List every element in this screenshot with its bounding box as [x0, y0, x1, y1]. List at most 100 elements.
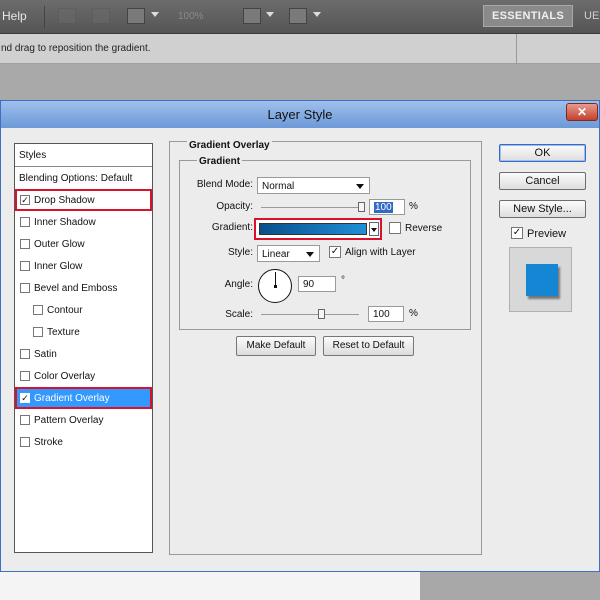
style-item-color-overlay[interactable]: Color Overlay [15, 365, 152, 387]
style-checkbox[interactable] [20, 239, 30, 249]
style-value: Linear [262, 249, 290, 260]
gradient-picker[interactable] [254, 218, 382, 240]
opacity-label: Opacity: [216, 201, 253, 212]
style-checkbox[interactable] [33, 305, 43, 315]
zoom-level[interactable]: 100% [178, 11, 204, 22]
opacity-unit: % [409, 201, 418, 212]
launch-minibridge-icon[interactable] [92, 8, 110, 24]
style-item-label: Contour [47, 305, 83, 316]
make-default-button[interactable]: Make Default [236, 336, 316, 356]
scale-slider-track[interactable] [261, 314, 359, 315]
workspace-background [0, 64, 600, 100]
gradient-dropdown-arrow[interactable] [369, 222, 379, 236]
chevron-down-icon[interactable] [151, 12, 159, 17]
blend-mode-select[interactable]: Normal [257, 177, 370, 194]
workspace-next-button[interactable]: UE [584, 10, 599, 22]
style-item-label: Inner Glow [34, 261, 83, 272]
styles-header[interactable]: Styles [15, 144, 152, 167]
reverse-label: Reverse [405, 223, 443, 234]
cancel-button[interactable]: Cancel [499, 172, 586, 190]
app-toolbar: Help 100% ESSENTIALS UE [0, 0, 600, 34]
styles-list: Styles Blending Options: Default ✓ Drop S… [14, 143, 153, 553]
blend-mode-value: Normal [262, 181, 295, 192]
dialog-titlebar[interactable]: Layer Style ✕ [1, 101, 599, 128]
style-item-inner-shadow[interactable]: Inner Shadow [15, 211, 152, 233]
menu-help[interactable]: Help [2, 9, 27, 23]
style-item-inner-glow[interactable]: Inner Glow [15, 255, 152, 277]
style-checkbox[interactable] [20, 283, 30, 293]
close-button[interactable]: ✕ [566, 103, 598, 121]
angle-label: Angle: [224, 279, 253, 290]
style-item-label: Gradient Overlay [34, 393, 110, 404]
angle-input[interactable]: 90 [298, 276, 336, 292]
style-item-outer-glow[interactable]: Outer Glow [15, 233, 152, 255]
new-style-button[interactable]: New Style... [499, 200, 586, 218]
blending-options-item[interactable]: Blending Options: Default [15, 167, 152, 189]
style-item-label: Texture [47, 327, 80, 338]
preview-checkbox[interactable]: ✓ [511, 227, 523, 239]
style-checkbox[interactable] [20, 261, 30, 271]
reset-to-default-button[interactable]: Reset to Default [323, 336, 414, 356]
style-item-label: Inner Shadow [34, 217, 96, 228]
angle-center [274, 285, 277, 288]
chevron-down-icon[interactable] [266, 12, 274, 17]
chevron-down-icon[interactable] [313, 12, 321, 17]
reverse-checkbox[interactable] [389, 222, 401, 234]
style-item-drop-shadow[interactable]: ✓ Drop Shadow [15, 189, 152, 211]
tool-hint: nd drag to reposition the gradient. [1, 43, 151, 54]
gradient-swatch[interactable] [259, 223, 367, 235]
screen-mode-icon[interactable] [289, 8, 307, 24]
blend-mode-label: Blend Mode: [196, 179, 253, 190]
preview-box [509, 247, 572, 312]
angle-dial[interactable] [258, 269, 292, 303]
style-checkbox[interactable] [33, 327, 43, 337]
style-item-label: Stroke [34, 437, 63, 448]
ok-button[interactable]: OK [499, 144, 586, 162]
opacity-slider-thumb[interactable] [358, 202, 365, 212]
style-item-stroke[interactable]: Stroke [15, 431, 152, 453]
layer-style-dialog: Layer Style ✕ Styles Blending Options: D… [0, 100, 600, 572]
style-label: Style: [227, 247, 253, 258]
style-item-label: Color Overlay [34, 371, 96, 382]
style-item-pattern-overlay[interactable]: Pattern Overlay [15, 409, 152, 431]
opacity-slider-track[interactable] [261, 207, 364, 208]
view-extras-icon[interactable] [127, 8, 145, 24]
group-title: Gradient Overlay [187, 140, 272, 151]
preview-thumbnail [526, 264, 558, 296]
scale-input[interactable]: 100 [368, 306, 404, 322]
scale-label: Scale: [225, 309, 253, 320]
style-checkbox[interactable] [20, 437, 30, 447]
style-item-contour[interactable]: Contour [15, 299, 152, 321]
scale-unit: % [409, 308, 418, 319]
style-checkbox[interactable] [20, 371, 30, 381]
style-checkbox[interactable] [20, 217, 30, 227]
style-item-texture[interactable]: Texture [15, 321, 152, 343]
angle-unit: ° [341, 275, 345, 286]
subgroup-title: Gradient [197, 156, 243, 167]
options-divider [516, 34, 517, 64]
style-checkbox[interactable]: ✓ [20, 393, 30, 403]
style-checkbox[interactable] [20, 415, 30, 425]
style-item-label: Drop Shadow [34, 195, 95, 206]
style-item-gradient-overlay[interactable]: ✓ Gradient Overlay [15, 387, 152, 409]
style-item-label: Satin [34, 349, 57, 360]
opacity-input[interactable]: 100 [369, 199, 405, 215]
chevron-down-icon [356, 184, 364, 189]
style-checkbox[interactable] [20, 349, 30, 359]
dialog-title: Layer Style [267, 107, 333, 122]
style-checkbox[interactable]: ✓ [20, 195, 30, 205]
scale-slider-thumb[interactable] [317, 309, 325, 319]
workspace-essentials-button[interactable]: ESSENTIALS [483, 5, 573, 27]
style-item-bevel-and-emboss[interactable]: Bevel and Emboss [15, 277, 152, 299]
gradient-label: Gradient: [211, 222, 253, 233]
style-item-label: Pattern Overlay [34, 415, 104, 426]
toolbar-divider [44, 6, 45, 28]
style-item-satin[interactable]: Satin [15, 343, 152, 365]
align-with-layer-checkbox[interactable]: ✓ [329, 246, 341, 258]
options-bar: nd drag to reposition the gradient. [0, 34, 600, 64]
chevron-down-icon [306, 252, 314, 257]
align-with-layer-label: Align with Layer [345, 247, 416, 258]
arrange-documents-icon[interactable] [243, 8, 261, 24]
style-select[interactable]: Linear [257, 245, 320, 262]
launch-bridge-icon[interactable] [58, 8, 76, 24]
